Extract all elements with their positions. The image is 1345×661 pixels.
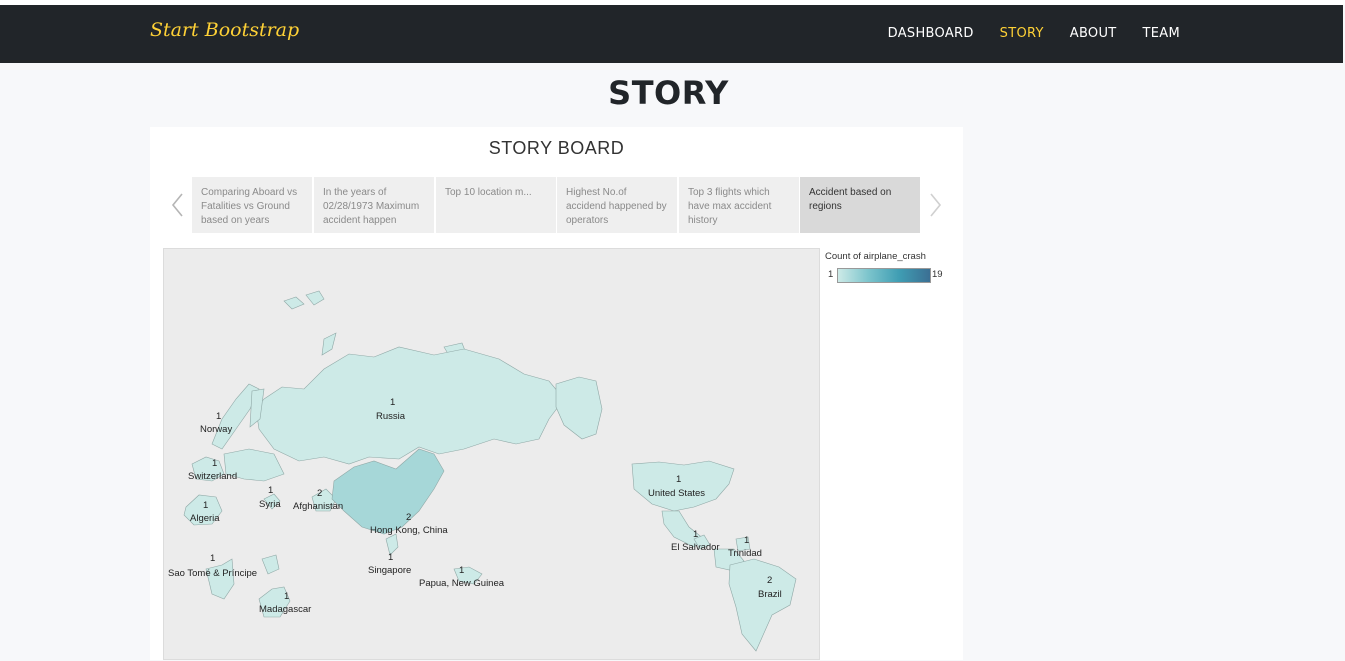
region-name-afghanistan: Afghanistan	[293, 501, 343, 512]
region-count-madagascar: 1	[284, 591, 289, 602]
region-arctic-islands	[305, 290, 325, 306]
nav-link-dashboard[interactable]: DASHBOARD	[888, 26, 974, 41]
accident-region-map[interactable]: 1 Russia 1 Norway 1 Switzerland 1 Syria …	[163, 248, 820, 660]
region-name-norway: Norway	[200, 424, 232, 435]
region-alaska	[555, 376, 603, 440]
nav-link-about[interactable]: ABOUT	[1070, 26, 1117, 41]
region-name-sao-tome: Sao Tomé & Príncipe	[168, 568, 257, 579]
nav-links: DASHBOARD STORY ABOUT TEAM	[888, 26, 1180, 41]
chevron-right-icon[interactable]	[925, 190, 945, 220]
region-name-syria: Syria	[259, 499, 281, 510]
legend-max: 19	[932, 269, 943, 280]
region-name-switzerland: Switzerland	[188, 471, 237, 482]
region-count-sao-tome: 1	[210, 553, 215, 564]
region-svalbard	[283, 296, 305, 310]
story-tab-4[interactable]: Highest No.of accidend happened by opera…	[557, 177, 677, 233]
region-count-norway: 1	[216, 411, 221, 422]
legend-min: 1	[828, 269, 834, 280]
chevron-left-icon[interactable]	[168, 190, 188, 220]
region-name-hong-kong: Hong Kong, China	[370, 525, 448, 536]
story-tabs: Comparing Aboard vs Fatalities vs Ground…	[192, 177, 920, 233]
legend-scale: 1 19	[825, 268, 955, 284]
region-united-states	[631, 460, 735, 512]
region-count-russia: 1	[390, 397, 395, 408]
region-count-switzerland: 1	[212, 458, 217, 469]
region-count-united-states: 1	[676, 474, 681, 485]
brand-logo[interactable]: Start Bootstrap	[150, 19, 299, 41]
region-count-trinidad: 1	[744, 535, 749, 546]
story-tab-2[interactable]: In the years of 02/28/1973 Maximum accid…	[314, 177, 434, 233]
region-count-png: 1	[459, 565, 464, 576]
story-tab-3[interactable]: Top 10 location m...	[436, 177, 556, 233]
legend-gradient-bar	[837, 268, 931, 283]
story-board-panel: STORY BOARD Comparing Aboard vs Fataliti…	[150, 127, 963, 660]
region-count-syria: 1	[268, 485, 273, 496]
region-count-hong-kong: 2	[406, 512, 411, 523]
nav-link-story[interactable]: STORY	[1000, 26, 1044, 41]
region-count-afghanistan: 2	[317, 488, 322, 499]
region-novaya-zemlya	[321, 332, 337, 356]
region-name-brazil: Brazil	[758, 589, 782, 600]
story-tab-5[interactable]: Top 3 flights which have max accident hi…	[679, 177, 799, 233]
region-name-trinidad: Trinidad	[728, 548, 762, 559]
region-count-el-salvador: 1	[693, 529, 698, 540]
region-count-brazil: 2	[767, 575, 772, 586]
region-name-singapore: Singapore	[368, 565, 411, 576]
region-name-algeria: Algeria	[190, 513, 220, 524]
story-tab-1[interactable]: Comparing Aboard vs Fatalities vs Ground…	[192, 177, 312, 233]
region-brazil	[728, 558, 797, 652]
region-africa-east	[261, 554, 280, 575]
color-legend: Count of airplane_crash 1 19	[825, 251, 955, 284]
region-count-algeria: 1	[203, 500, 208, 511]
region-name-madagascar: Madagascar	[259, 604, 311, 615]
region-name-png: Papua, New Guinea	[419, 578, 505, 589]
page-title: STORY	[608, 74, 729, 112]
navbar: Start Bootstrap DASHBOARD STORY ABOUT TE…	[0, 5, 1343, 63]
nav-link-team[interactable]: TEAM	[1143, 26, 1180, 41]
region-count-singapore: 1	[388, 552, 393, 563]
region-name-el-salvador: El Salvador	[671, 542, 720, 553]
region-name-united-states: United States	[648, 488, 705, 499]
story-tab-6[interactable]: Accident based on regions	[800, 177, 920, 233]
region-sao-tome	[205, 558, 235, 600]
story-board-title: STORY BOARD	[488, 138, 625, 158]
map-canvas: 1 Russia 1 Norway 1 Switzerland 1 Syria …	[168, 290, 797, 652]
region-name-russia: Russia	[376, 411, 406, 422]
legend-title: Count of airplane_crash	[825, 251, 926, 262]
region-russia	[255, 346, 565, 465]
